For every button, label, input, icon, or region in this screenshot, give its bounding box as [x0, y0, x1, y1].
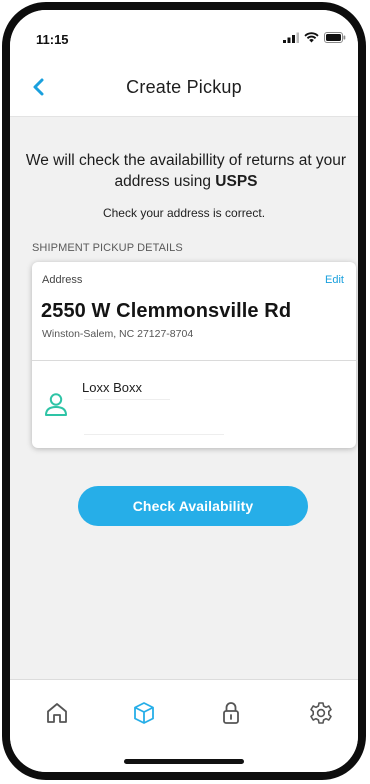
tab-settings[interactable]: [306, 698, 336, 728]
card-divider: [32, 360, 356, 361]
locker-name: Loxx Boxx: [82, 380, 142, 395]
street-address: 2550 W Clemmonsville Rd: [41, 300, 292, 322]
home-indicator: [124, 759, 244, 764]
wifi-icon: [304, 32, 319, 43]
tab-packages[interactable]: [129, 698, 159, 728]
placeholder-line: [84, 434, 224, 435]
placeholder-line: [84, 399, 170, 400]
tab-bar: [10, 679, 358, 772]
intro-sentence: We will check the availabillity of retur…: [25, 152, 347, 190]
status-icons: [283, 32, 346, 43]
carrier-name: USPS: [215, 173, 258, 190]
nav-bar: Create Pickup: [10, 60, 358, 117]
edit-address-link[interactable]: Edit: [325, 274, 344, 286]
address-label: Address: [42, 274, 83, 286]
lock-icon: [223, 702, 239, 724]
tab-home[interactable]: [42, 698, 72, 728]
gear-icon: [310, 702, 332, 724]
page-title: Create Pickup: [126, 77, 242, 97]
person-icon: [45, 393, 67, 416]
section-label: SHIPMENT PICKUP DETAILS: [32, 242, 183, 254]
status-bar: 11:15: [10, 10, 358, 60]
status-time: 11:15: [36, 32, 69, 47]
intro-text: We will check the availabillity of retur…: [24, 150, 348, 192]
check-availability-button[interactable]: Check Availability: [78, 486, 308, 526]
tab-locker[interactable]: [216, 698, 246, 728]
battery-icon: [324, 32, 346, 43]
city-state-zip: Winston-Salem, NC 27127-8704: [42, 328, 194, 340]
signal-icon: [283, 32, 299, 43]
home-icon: [47, 703, 67, 723]
phone-frame: 11:15 Create Pickup We will check the av…: [2, 2, 366, 780]
package-icon: [134, 702, 154, 724]
address-card: Address Edit 2550 W Clemmonsville Rd Win…: [32, 262, 356, 448]
intro-note: Check your address is correct.: [102, 206, 266, 220]
